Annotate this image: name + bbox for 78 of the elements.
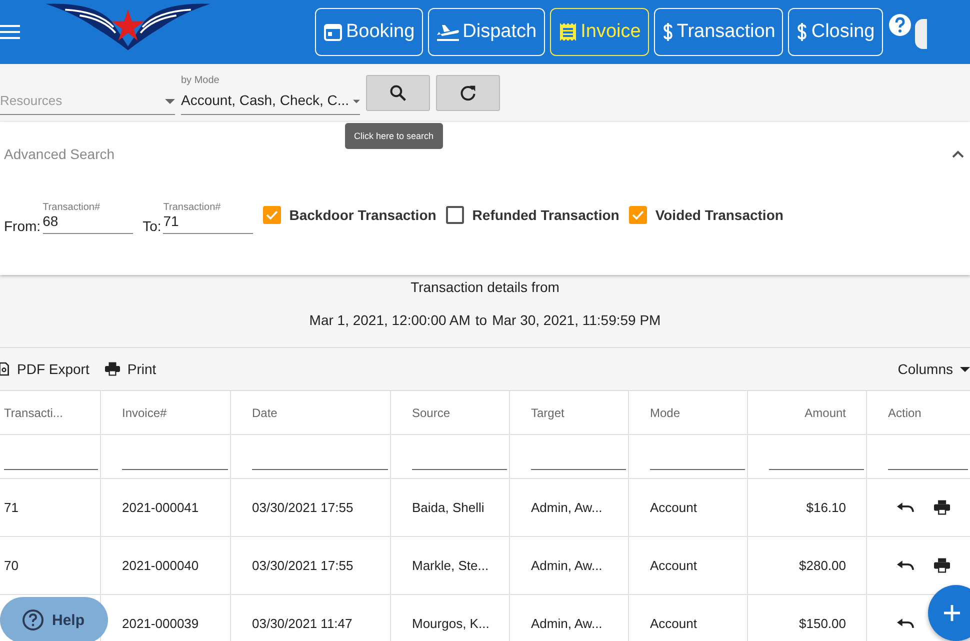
checkbox[interactable]	[629, 206, 648, 224]
document-search-icon	[0, 362, 10, 376]
printer-icon	[105, 362, 120, 376]
table-cell: 2021-000039	[122, 616, 199, 631]
help-icon[interactable]	[888, 14, 911, 36]
range-joiner: to	[475, 312, 488, 328]
checkbox-label: Voided Transaction	[655, 207, 784, 223]
column-header[interactable]: Invoice#	[101, 391, 231, 434]
undo-icon[interactable]	[897, 500, 914, 514]
print-button[interactable]: Print	[105, 361, 156, 377]
table-cell: Mourgos, K...	[412, 616, 490, 631]
nav-tab[interactable]: Closing	[788, 8, 883, 56]
dollar-icon	[662, 22, 674, 42]
table-cell: Baida, Shelli	[412, 500, 484, 515]
column-header[interactable]: Action	[867, 391, 970, 434]
column-header[interactable]: Target	[510, 391, 629, 434]
range-label: From:	[4, 218, 41, 234]
column-header[interactable]: Transacti...	[0, 391, 101, 434]
question-icon	[22, 609, 44, 631]
help-button[interactable]: Help	[0, 597, 108, 641]
table-cell: Admin, Aw...	[531, 558, 602, 573]
nav-tab[interactable]: Invoice	[550, 8, 649, 56]
end-date: Mar 30, 2021, 11:59:59 PM	[492, 312, 661, 328]
columns-button[interactable]: Columns	[898, 361, 970, 377]
transaction-number-field[interactable]: Transaction# 71	[163, 186, 254, 234]
column-header[interactable]: Source	[391, 391, 510, 434]
table-cell: 2021-000040	[122, 558, 199, 573]
checkbox[interactable]	[446, 206, 464, 224]
refresh-icon	[459, 84, 477, 102]
dollar-icon	[796, 22, 808, 42]
checkbox-label: Backdoor Transaction	[289, 207, 436, 223]
panel-title: Advanced Search	[4, 146, 115, 162]
table-cell: Account	[650, 558, 697, 573]
nav-tab[interactable]: Booking	[315, 8, 423, 56]
column-header[interactable]: Amount	[748, 391, 867, 434]
printer-icon[interactable]	[934, 498, 950, 517]
range-label: To:	[142, 218, 162, 234]
table-cell: 71	[4, 500, 18, 515]
printer-icon[interactable]	[934, 556, 950, 575]
menu-icon[interactable]	[0, 24, 20, 40]
chevron-icon[interactable]	[952, 150, 964, 158]
table-cell: $280.00	[799, 558, 846, 573]
search-icon	[389, 84, 407, 102]
table-cell: 03/30/2021 17:55	[252, 558, 354, 573]
table-cell: 2021-000041	[122, 500, 199, 515]
pdf-export-button[interactable]: PDF Export	[0, 361, 90, 377]
start-date: Mar 1, 2021, 12:00:00 AM	[309, 312, 470, 328]
nav-tab[interactable]: Transaction	[654, 8, 784, 56]
summary-title: Transaction details from	[410, 279, 560, 295]
table-cell: $150.00	[799, 616, 846, 631]
table-cell: $16.10	[806, 500, 846, 515]
nav-tab[interactable]: Dispatch	[428, 8, 545, 56]
caret-icon	[960, 366, 970, 372]
calendar-icon	[323, 22, 343, 42]
caret-icon	[165, 99, 175, 104]
refresh-button[interactable]	[436, 75, 500, 111]
checkbox[interactable]	[263, 206, 282, 224]
table-cell: Account	[650, 616, 697, 631]
table-cell: 03/30/2021 17:55	[252, 500, 354, 515]
column-header[interactable]: Mode	[629, 391, 748, 434]
column-header[interactable]: Date	[231, 391, 391, 434]
table-cell: Admin, Aw...	[531, 500, 602, 515]
search-tooltip: Click here to search	[345, 123, 443, 149]
table-cell: 70	[4, 558, 18, 573]
mode-dropdown[interactable]: by Mode Account, Cash, Check, C...	[181, 75, 360, 115]
table-cell: 03/30/2021 11:47	[252, 616, 352, 631]
caret-icon	[353, 99, 360, 104]
table-cell: Markle, Ste...	[412, 558, 489, 573]
checkbox-label: Refunded Transaction	[472, 207, 620, 223]
search-button[interactable]	[366, 75, 430, 111]
table-cell: Admin, Aw...	[531, 616, 602, 631]
table-cell: Account	[650, 500, 697, 515]
transaction-number-field[interactable]: Transaction# 68	[42, 186, 133, 234]
undo-icon[interactable]	[897, 558, 914, 572]
plane-icon	[436, 22, 460, 42]
undo-icon[interactable]	[897, 616, 914, 630]
plus-icon	[944, 605, 960, 621]
receipt-icon	[558, 22, 578, 42]
